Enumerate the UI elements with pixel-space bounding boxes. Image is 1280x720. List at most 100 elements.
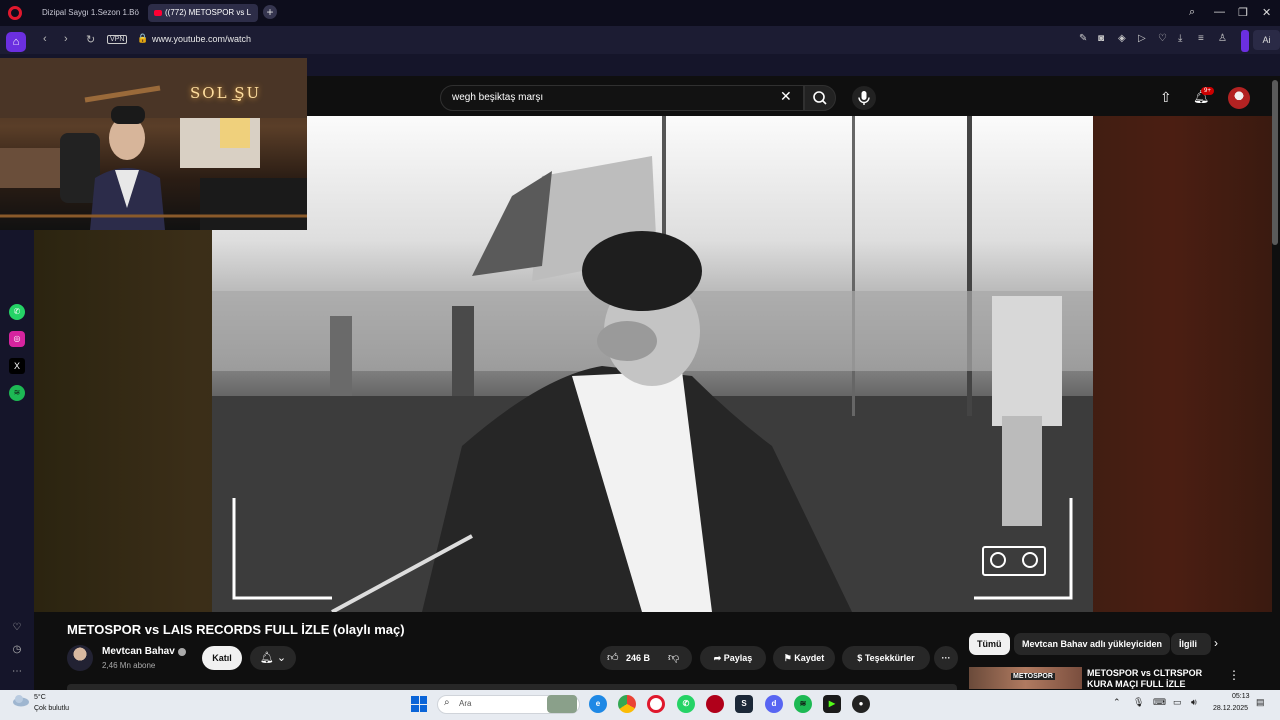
forward-icon[interactable]: › xyxy=(64,33,68,45)
webcam-overlay: SOL ͟ŞU xyxy=(0,58,307,230)
tab-youtube-active[interactable]: ((772) METOSPOR vs L xyxy=(148,4,258,22)
temperature[interactable]: 5°C xyxy=(34,694,46,701)
search-button[interactable] xyxy=(804,85,836,111)
chrome-icon[interactable] xyxy=(618,695,636,713)
spotify-icon[interactable]: ≋ xyxy=(9,385,25,401)
opera-taskbar-icon[interactable] xyxy=(647,695,665,713)
notification-badge: 9+ xyxy=(1201,87,1214,95)
save-button[interactable]: ⚑ Kaydet xyxy=(773,646,835,670)
ai-button[interactable]: Ai xyxy=(1253,30,1280,50)
share-button[interactable]: ➦ Paylaş xyxy=(700,646,766,670)
video-frame-image xyxy=(212,116,1093,612)
kebab-menu-icon[interactable]: ⋮ xyxy=(1228,668,1240,682)
sidebar-toggle[interactable] xyxy=(1241,30,1249,52)
camcorder-icon xyxy=(982,546,1046,576)
maximize-icon[interactable]: ❐ xyxy=(1238,6,1248,19)
search-tabs-icon[interactable]: ⌕ xyxy=(1189,6,1195,19)
edit-icon[interactable]: ✎ xyxy=(1079,33,1087,44)
bell-icon: 🔔︎ xyxy=(259,652,274,664)
search-query: wegh beşiktaş marşı xyxy=(452,92,544,103)
chip-related[interactable]: İlgili xyxy=(1171,633,1211,655)
neon-sign: SOL ͟ŞU xyxy=(190,84,262,102)
windows-start-icon[interactable] xyxy=(411,696,427,712)
vpn-badge[interactable]: VPN xyxy=(107,35,128,44)
like-count[interactable]: 246 B xyxy=(626,653,650,663)
minimize-icon[interactable]: — xyxy=(1214,6,1225,18)
volume-icon[interactable]: 🔊︎ xyxy=(1191,697,1197,708)
more-icon[interactable]: ⋯ xyxy=(9,664,25,680)
edge-icon[interactable]: e xyxy=(589,695,607,713)
clock-time[interactable]: 05:13 xyxy=(1232,693,1250,700)
play-icon[interactable]: ▷ xyxy=(1138,33,1146,44)
whatsapp-taskbar-icon[interactable]: ✆ xyxy=(677,695,695,713)
account-avatar[interactable] xyxy=(1228,87,1250,109)
recommended-thumbnail[interactable]: METOSPOR xyxy=(969,667,1082,689)
search-icon: ⌕ xyxy=(444,697,450,708)
chevron-up-icon[interactable]: ⌃ xyxy=(1113,697,1121,708)
kick-icon[interactable]: ▶ xyxy=(823,695,841,713)
menu-icon[interactable]: ≡ xyxy=(1198,33,1204,44)
discord-icon[interactable]: d xyxy=(765,695,783,713)
join-button[interactable]: Katıl xyxy=(202,646,242,670)
instagram-icon[interactable]: ◎ xyxy=(9,331,25,347)
app-red-icon[interactable] xyxy=(706,695,724,713)
steam-icon[interactable]: S xyxy=(735,695,753,713)
x-icon[interactable]: X xyxy=(9,358,25,374)
page-scrollbar[interactable] xyxy=(1272,80,1278,245)
thanks-label: Teşekkürler xyxy=(864,653,915,663)
clock-date[interactable]: 28.12.2025 xyxy=(1213,705,1248,712)
whatsapp-icon[interactable]: ✆ xyxy=(9,304,25,320)
opera-logo-icon[interactable] xyxy=(8,6,22,20)
history-icon[interactable]: ◷ xyxy=(9,642,25,658)
microphone-icon xyxy=(858,91,870,105)
new-tab-button[interactable]: + xyxy=(263,5,277,19)
dislike-icon[interactable]: 👎︎ xyxy=(668,651,679,664)
microphone-tray-icon[interactable]: 🎙︎ xyxy=(1133,697,1144,708)
lock-icon[interactable]: 🔒 xyxy=(137,33,148,44)
notification-center-icon[interactable]: ▤ xyxy=(1256,697,1265,708)
download-icon[interactable]: ⤓ xyxy=(1178,33,1182,44)
video-player[interactable] xyxy=(212,116,1093,612)
bookmark-icon: ⚑ xyxy=(783,653,795,663)
chip-all[interactable]: Tümü xyxy=(969,633,1010,655)
heart-icon[interactable]: ♡ xyxy=(1158,33,1167,44)
favorites-icon[interactable]: ♡ xyxy=(9,620,25,636)
shield-icon[interactable]: ◈ xyxy=(1118,33,1126,44)
save-label: Kaydet xyxy=(794,653,825,663)
clear-search-icon[interactable]: ✕ xyxy=(780,88,792,105)
subscribe-bell-button[interactable]: 🔔︎ ⌄ xyxy=(250,646,296,670)
close-window-icon[interactable]: ✕ xyxy=(1262,6,1271,19)
subscriber-count: 2,46 Mn abone xyxy=(102,661,156,670)
like-icon[interactable]: 👍︎ xyxy=(607,651,619,664)
channel-avatar[interactable] xyxy=(67,645,93,671)
weather-description[interactable]: Çok bulutlu xyxy=(34,705,69,712)
obs-icon[interactable]: ● xyxy=(852,695,870,713)
voice-search-button[interactable] xyxy=(852,86,876,110)
url-field[interactable]: www.youtube.com/watch xyxy=(152,34,251,44)
chevron-right-icon[interactable]: › xyxy=(1214,636,1218,650)
tab-label: Dizipal Saygı 1.Sezon 1.Bö xyxy=(42,8,139,17)
home-icon[interactable]: ⌂ xyxy=(6,32,26,52)
spotify-taskbar-icon[interactable]: ≋ xyxy=(794,695,812,713)
taskbar-search-placeholder: Ara xyxy=(459,699,472,708)
windows-taskbar xyxy=(0,690,1280,720)
search-icon xyxy=(813,91,827,105)
create-upload-icon[interactable]: ⇧ xyxy=(1160,89,1172,106)
thumbnail-text: METOSPOR xyxy=(1011,673,1055,680)
tab-dizipal[interactable]: Dizipal Saygı 1.Sezon 1.Bö xyxy=(36,4,144,22)
thanks-icon: $ xyxy=(857,653,865,663)
cloud-icon xyxy=(13,695,29,707)
chip-uploader[interactable]: Mevtcan Bahav adlı yükleyiciden xyxy=(1014,633,1171,655)
camera-icon[interactable]: ◙ xyxy=(1098,33,1104,44)
thanks-button[interactable]: $ Teşekkürler xyxy=(842,646,930,670)
profile-icon[interactable]: ♙ xyxy=(1218,33,1227,44)
more-actions-button[interactable]: ··· xyxy=(934,646,958,670)
network-icon[interactable]: ▭ xyxy=(1173,697,1182,708)
reload-icon[interactable]: ↻ xyxy=(86,33,95,46)
recommended-title[interactable]: METOSPOR vs CLTRSPOR KURA MAÇI FULL İZLE xyxy=(1087,668,1207,689)
channel-name[interactable]: Mevtcan Bahav xyxy=(102,646,175,657)
keyboard-icon[interactable]: ⌨ xyxy=(1153,697,1166,708)
back-icon[interactable]: ‹ xyxy=(43,33,47,45)
search-highlight-icon[interactable] xyxy=(547,695,577,713)
verified-icon xyxy=(178,648,186,656)
